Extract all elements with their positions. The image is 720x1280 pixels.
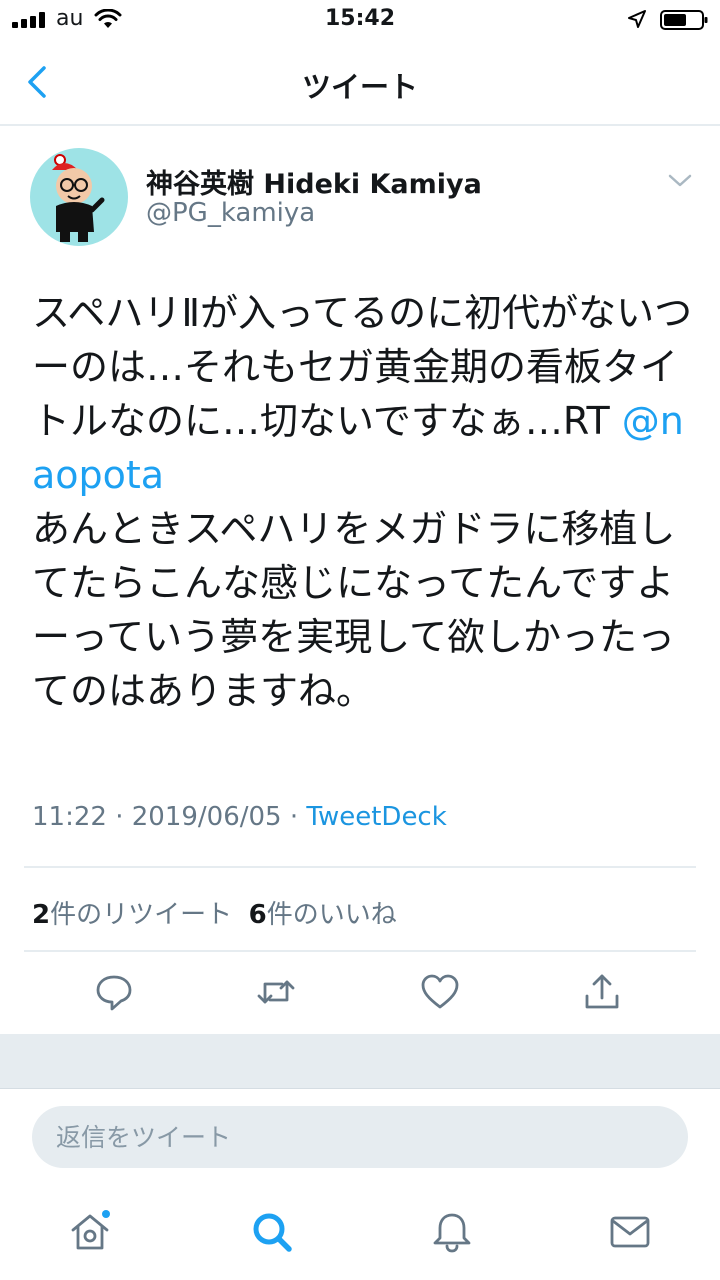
engagement-counts: 2件のリツイート 6件のいいね <box>32 894 397 931</box>
heart-icon[interactable] <box>420 972 460 1012</box>
home-icon[interactable] <box>68 1210 112 1254</box>
tweet-text-part: スペハリⅡが入ってるのに初代がないつーのは…それもセガ黄金期の看板タイトルなのに… <box>32 291 693 443</box>
back-button[interactable] <box>24 64 52 100</box>
chevron-down-icon[interactable] <box>668 170 692 190</box>
share-icon[interactable] <box>582 972 622 1012</box>
bell-icon[interactable] <box>430 1210 474 1254</box>
battery-icon <box>660 10 708 30</box>
tweet-text-part: あんときスペハリをメガドラに移植してたらこんな感じになってたんですよーっていう夢… <box>32 507 676 713</box>
like-count-label: 件のいいね <box>266 900 397 930</box>
retweet-count-label: 件のリツイート <box>50 900 233 930</box>
clock: 15:42 <box>324 6 396 31</box>
retweet-icon[interactable] <box>256 972 296 1012</box>
tweet-meta: 11:22 · 2019/06/05 · TweetDeck <box>32 802 447 832</box>
navigation-bar: ツイート <box>0 40 720 126</box>
page-title: ツイート <box>301 70 418 104</box>
speech-bubble-icon[interactable] <box>94 972 134 1012</box>
divider <box>24 950 696 952</box>
meta-separator: · <box>106 802 132 832</box>
avatar-illustration <box>52 154 105 242</box>
envelope-icon[interactable] <box>608 1210 652 1254</box>
like-count-link[interactable]: 6件のいいね <box>249 900 397 930</box>
location-arrow-icon <box>628 10 646 28</box>
avatar[interactable] <box>30 148 128 246</box>
tweet-text: スペハリⅡが入ってるのに初代がないつーのは…それもセガ黄金期の看板タイトルなのに… <box>32 286 702 718</box>
reply-input[interactable] <box>32 1106 688 1168</box>
meta-separator: · <box>281 802 307 832</box>
retweet-count: 2 <box>32 900 51 930</box>
tweet-source-link[interactable]: TweetDeck <box>306 802 446 832</box>
conversation-spacer <box>0 1034 720 1088</box>
display-name[interactable]: 神谷英樹 Hideki Kamiya <box>146 162 482 201</box>
like-count: 6 <box>248 900 267 930</box>
retweet-count-link[interactable]: 2件のリツイート <box>32 900 232 930</box>
user-handle[interactable]: @PG_kamiya <box>146 198 315 228</box>
tweet-date: 2019/06/05 <box>131 802 282 832</box>
divider <box>24 866 696 868</box>
search-icon[interactable] <box>250 1210 294 1254</box>
status-bar: au 15:42 <box>0 0 720 40</box>
tweet-time: 11:22 <box>32 802 107 832</box>
